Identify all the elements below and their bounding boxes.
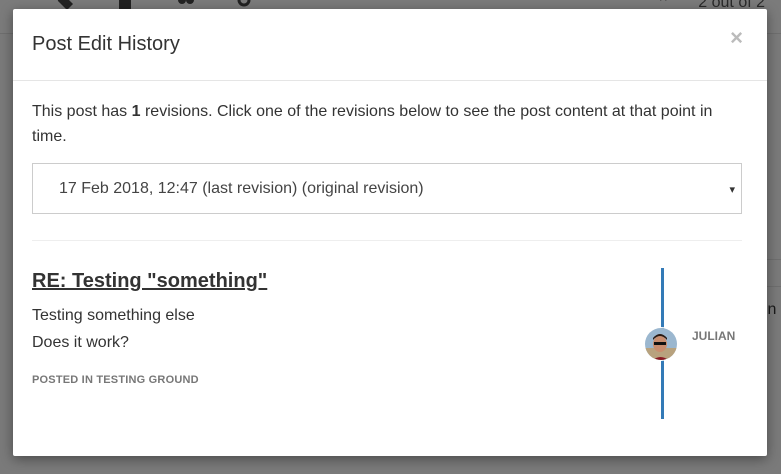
revision-select-value: 17 Feb 2018, 12:47 (last revision) (orig… <box>59 180 424 197</box>
post-revision-content: RE: Testing "something" Testing somethin… <box>32 241 748 421</box>
modal-body: This post has 1 revisions. Click one of … <box>13 81 767 421</box>
chevron-down-icon: ▾ <box>729 184 735 196</box>
post-content-line: Does it work? <box>32 334 129 351</box>
avatar[interactable] <box>644 327 678 361</box>
revision-select[interactable]: 17 Feb 2018, 12:47 (last revision) (orig… <box>32 163 742 214</box>
revision-count: 1 <box>131 103 141 120</box>
author-name[interactable]: julian <box>692 329 735 343</box>
post-content-line: Testing something else <box>32 307 195 324</box>
intro-prefix: This post has <box>32 103 132 120</box>
modal-title: Post Edit History <box>32 33 180 55</box>
modal-header: Post Edit History × <box>13 9 767 81</box>
revision-intro: This post has 1 revisions. Click one of … <box>32 99 748 149</box>
post-title[interactable]: RE: Testing "something" <box>32 270 267 293</box>
post-category[interactable]: Posted in Testing Ground <box>32 374 199 386</box>
post-edit-history-modal: Post Edit History × This post has 1 revi… <box>13 9 767 456</box>
close-button[interactable]: × <box>730 27 743 49</box>
